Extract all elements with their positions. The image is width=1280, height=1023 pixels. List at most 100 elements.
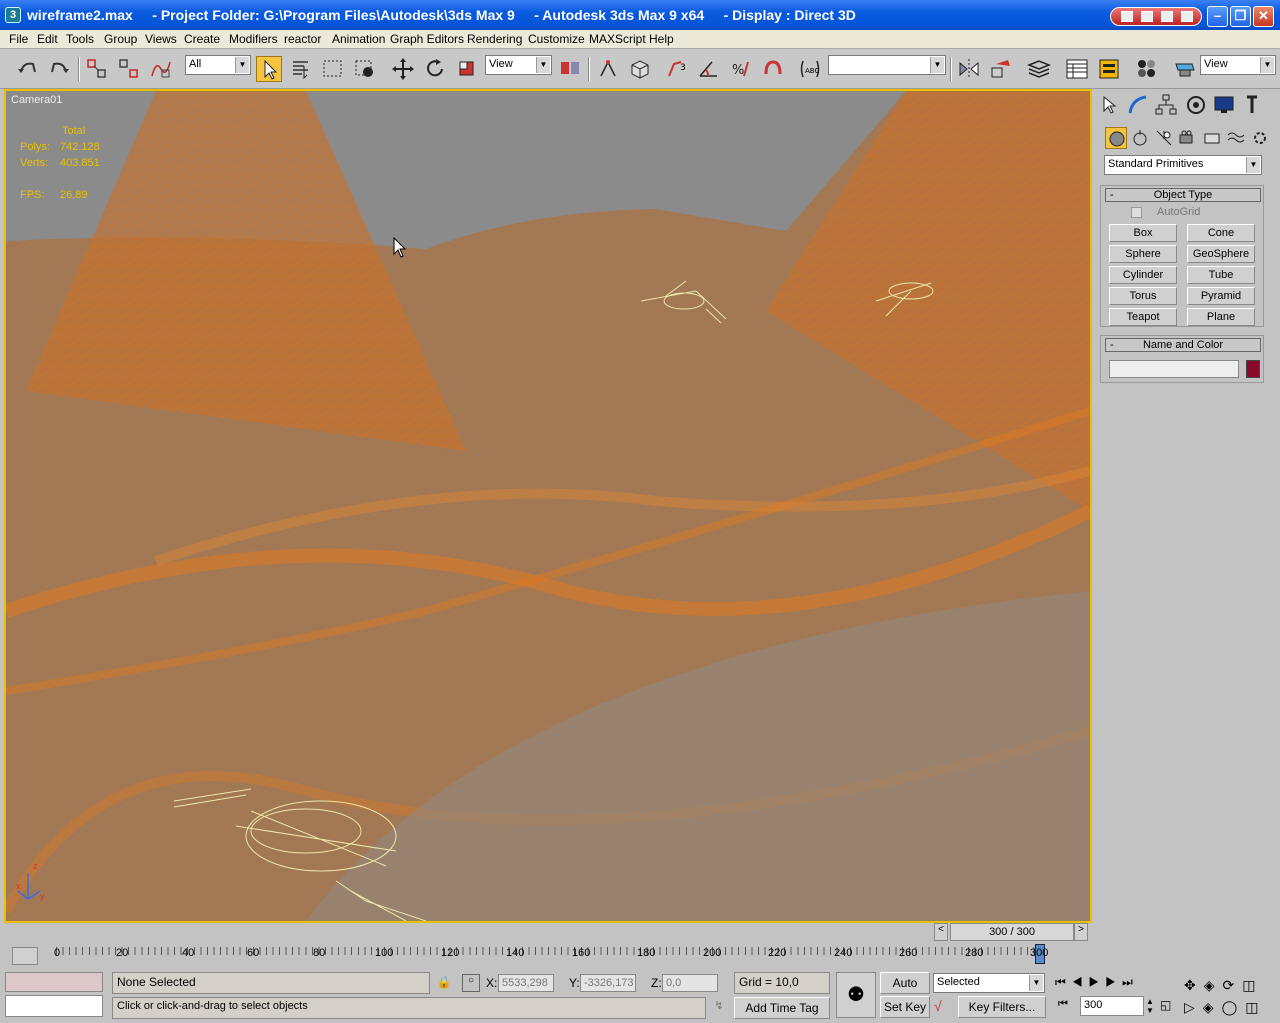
- material-editor-icon[interactable]: [1134, 56, 1160, 82]
- next-frame-icon[interactable]: >: [1074, 923, 1088, 941]
- rectangular-selection-region-icon[interactable]: [320, 56, 346, 82]
- previous-frame-icon[interactable]: ◀: [1072, 975, 1089, 989]
- motion-tab-icon[interactable]: [1184, 93, 1208, 117]
- window-crossing-icon[interactable]: [352, 56, 378, 82]
- mirror-icon[interactable]: [956, 56, 982, 82]
- systems-icon[interactable]: [1249, 127, 1271, 149]
- box-button[interactable]: Box: [1109, 224, 1177, 242]
- select-and-manipulate-icon[interactable]: [595, 56, 621, 82]
- menu-animation[interactable]: Animation: [332, 32, 385, 46]
- open-mini-curve-editor-icon[interactable]: [12, 947, 38, 965]
- app-icon[interactable]: 3: [5, 7, 21, 23]
- z-coordinate-field[interactable]: 0,0: [662, 974, 718, 992]
- select-object-icon[interactable]: [256, 56, 282, 82]
- plane-button[interactable]: Plane: [1187, 308, 1255, 326]
- set-keys-key-icon[interactable]: ⚉: [836, 972, 876, 1018]
- autogrid-checkbox[interactable]: [1131, 207, 1142, 218]
- lock-icon[interactable]: 🔒: [436, 975, 452, 991]
- unlink-selection-icon[interactable]: [116, 56, 142, 82]
- key-filters-button[interactable]: Key Filters...: [958, 996, 1046, 1018]
- x-coordinate-field[interactable]: 5533,298: [498, 974, 554, 992]
- dolly-icon[interactable]: ⟳: [1223, 977, 1243, 993]
- viewport-render-dropdown[interactable]: View ▼: [1200, 55, 1276, 75]
- geometry-icon[interactable]: [1105, 127, 1127, 149]
- menu-rendering[interactable]: Rendering: [467, 32, 522, 46]
- menu-reactor[interactable]: reactor: [284, 32, 321, 46]
- create-tab-icon[interactable]: [1098, 93, 1122, 117]
- edit-named-selection-icon[interactable]: ABC: [797, 56, 823, 82]
- object-type-header[interactable]: - Object Type: [1105, 188, 1261, 202]
- add-time-tag-button[interactable]: Add Time Tag: [734, 997, 830, 1019]
- default-tangent-icon[interactable]: √: [934, 998, 952, 1016]
- spinner-snap-toggle-icon[interactable]: [760, 56, 786, 82]
- angle-snap-toggle-icon[interactable]: [696, 56, 722, 82]
- select-and-move-icon[interactable]: [390, 56, 416, 82]
- hierarchy-tab-icon[interactable]: [1154, 93, 1178, 117]
- orbit-icon[interactable]: ◈: [1204, 977, 1223, 993]
- menu-views[interactable]: Views: [145, 32, 177, 46]
- utilities-tab-icon[interactable]: [1240, 93, 1264, 117]
- keyboard-shortcut-override-icon[interactable]: [627, 56, 653, 82]
- current-frame-field[interactable]: 300: [1080, 996, 1144, 1016]
- next-frame-icon[interactable]: ▶: [1105, 975, 1122, 989]
- select-by-name-icon[interactable]: [288, 56, 314, 82]
- minimize-button[interactable]: –: [1207, 6, 1228, 27]
- viewport-label[interactable]: Camera01: [11, 94, 62, 106]
- time-slider-thumb[interactable]: 300 / 300: [950, 923, 1074, 941]
- float-panel-icon[interactable]: [1141, 11, 1153, 22]
- menu-customize[interactable]: Customize: [528, 32, 585, 46]
- schematic-view-icon[interactable]: [1096, 56, 1122, 82]
- object-name-input[interactable]: [1109, 360, 1239, 378]
- helpers-icon[interactable]: [1201, 127, 1223, 149]
- key-mode-toggle-icon[interactable]: ⏮: [1058, 998, 1076, 1016]
- geosphere-button[interactable]: GeoSphere: [1187, 245, 1255, 263]
- tube-button[interactable]: Tube: [1187, 266, 1255, 284]
- menu-maxscript[interactable]: MAXScript: [589, 32, 646, 46]
- select-and-rotate-icon[interactable]: [422, 56, 448, 82]
- named-selection-dropdown[interactable]: ▼: [828, 55, 946, 75]
- menu-create[interactable]: Create: [184, 32, 220, 46]
- modify-tab-icon[interactable]: [1126, 93, 1150, 117]
- menu-group[interactable]: Group: [104, 32, 137, 46]
- shapes-icon[interactable]: [1129, 127, 1151, 149]
- percent-snap-toggle-icon[interactable]: %: [728, 56, 754, 82]
- primitive-category-dropdown[interactable]: Standard Primitives ▼: [1104, 155, 1262, 175]
- roll-icon[interactable]: ◯: [1222, 999, 1246, 1015]
- tile-panel-icon[interactable]: [1161, 11, 1173, 22]
- close-panel-icon[interactable]: [1181, 11, 1193, 22]
- menu-modifiers[interactable]: Modifiers: [229, 32, 278, 46]
- truck-icon[interactable]: ▷: [1184, 999, 1203, 1015]
- sphere-button[interactable]: Sphere: [1109, 245, 1177, 263]
- maximize-button[interactable]: ❐: [1230, 6, 1251, 27]
- zoom-extents-icon[interactable]: ◫: [1245, 999, 1266, 1015]
- track-bar[interactable]: [0, 943, 1092, 969]
- camera-viewport[interactable]: Camera01 Total Polys: 742.128 Verts: 403…: [4, 89, 1092, 923]
- set-key-button[interactable]: Set Key: [880, 996, 930, 1018]
- reference-coordinate-dropdown[interactable]: View ▼: [485, 55, 552, 75]
- maximize-viewport-icon[interactable]: ◫: [1242, 977, 1263, 993]
- snaps-toggle-icon[interactable]: 3: [664, 56, 690, 82]
- name-and-color-header[interactable]: - Name and Color: [1105, 338, 1261, 352]
- undo-icon[interactable]: [15, 56, 41, 82]
- cylinder-button[interactable]: Cylinder: [1109, 266, 1177, 284]
- bind-to-space-warp-icon[interactable]: [148, 56, 174, 82]
- frame-spinner-icon[interactable]: ▲ ▼: [1146, 997, 1156, 1015]
- object-color-swatch[interactable]: [1246, 360, 1260, 378]
- torus-button[interactable]: Torus: [1109, 287, 1177, 305]
- menu-tools[interactable]: Tools: [66, 32, 94, 46]
- display-tab-icon[interactable]: [1212, 93, 1236, 117]
- teapot-button[interactable]: Teapot: [1109, 308, 1177, 326]
- menu-file[interactable]: File: [9, 32, 28, 46]
- curve-editor-icon[interactable]: [1064, 56, 1090, 82]
- key-mode-dropdown[interactable]: Selected ▼: [933, 973, 1045, 993]
- selection-filter-dropdown[interactable]: All ▼: [185, 55, 251, 75]
- lights-icon[interactable]: [1153, 127, 1175, 149]
- select-and-scale-icon[interactable]: [454, 56, 480, 82]
- menu-help[interactable]: Help: [649, 32, 674, 46]
- use-pivot-center-icon[interactable]: [557, 56, 583, 82]
- absolute-transform-icon[interactable]: ○: [462, 974, 480, 992]
- maxscript-input[interactable]: [5, 995, 103, 1017]
- redo-icon[interactable]: [46, 56, 72, 82]
- auto-key-button[interactable]: Auto Key: [880, 972, 930, 1010]
- close-button[interactable]: ✕: [1253, 6, 1274, 27]
